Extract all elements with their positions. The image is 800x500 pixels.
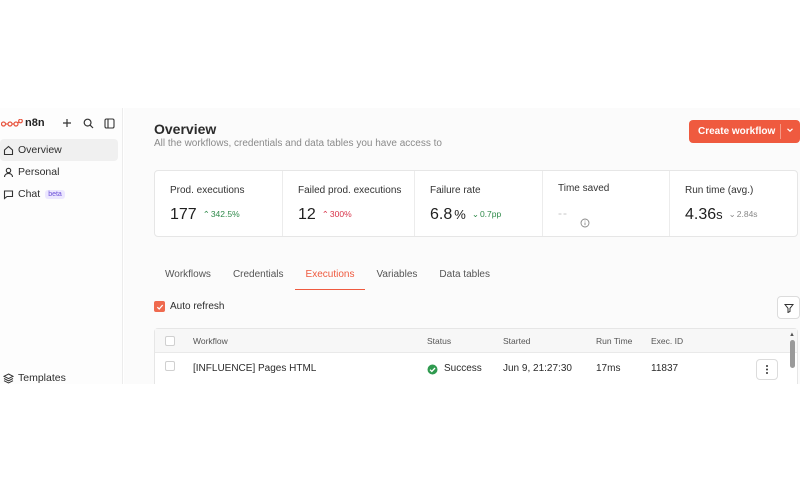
page-subtitle: All the workflows, credentials and data … — [154, 138, 442, 149]
cell-started: Jun 9, 21:27:30 — [503, 363, 572, 374]
stat-failed-executions[interactable]: Failed prod. executions 12 ⌃300% — [283, 171, 415, 236]
trend-up-icon: ⌃ — [321, 209, 329, 219]
sidebar-item-chat[interactable]: Chat beta — [0, 183, 118, 205]
trend-up-icon: ⌃ — [202, 209, 210, 219]
stat-value: 177 ⌃342.5% — [170, 206, 240, 224]
stat-value: 6.8% ⌄0.7pp — [430, 206, 501, 224]
column-header-status[interactable]: Status — [427, 336, 451, 346]
stat-label: Run time (avg.) — [685, 185, 754, 196]
column-header-started[interactable]: Started — [503, 336, 530, 346]
stat-unit: % — [454, 207, 466, 222]
main-content: Overview All the workflows, credentials … — [124, 108, 800, 384]
sidebar-item-personal[interactable]: Personal — [0, 161, 118, 183]
stat-delta: 300% — [329, 209, 352, 219]
column-header-exec-id[interactable]: Exec. ID — [651, 336, 683, 346]
stat-number: 6.8 — [430, 206, 453, 223]
stat-unit: s — [716, 207, 723, 222]
plus-icon — [63, 119, 71, 127]
cell-run-time: 17ms — [596, 363, 621, 374]
stat-time-saved[interactable]: Time saved -- — [543, 171, 670, 236]
home-icon — [2, 144, 14, 156]
stat-run-time[interactable]: Run time (avg.) 4.36s ⌄2.84s — [670, 171, 797, 236]
brand-row: n8n — [0, 112, 123, 134]
scroll-up-icon[interactable]: ▲ — [789, 332, 795, 338]
tab-variables[interactable]: Variables — [365, 266, 428, 290]
info-icon[interactable] — [580, 215, 590, 233]
row-checkbox[interactable] — [165, 361, 175, 371]
stat-empty-value: -- — [558, 206, 568, 220]
filter-button[interactable] — [777, 296, 800, 319]
executions-table: Workflow Status Started Run Time Exec. I… — [154, 328, 798, 384]
stat-failure-rate[interactable]: Failure rate 6.8% ⌄0.7pp — [415, 171, 543, 236]
chevron-down-icon[interactable] — [785, 125, 795, 138]
trend-down-icon: ⌄ — [728, 209, 736, 219]
cell-exec-id: 11837 — [651, 363, 679, 374]
column-header-run-time[interactable]: Run Time — [596, 336, 632, 346]
tab-bar: Workflows Credentials Executions Variabl… — [154, 266, 501, 290]
stat-value: 4.36s ⌄2.84s — [685, 206, 758, 224]
app-window: n8n Overview Personal Chat beta Template… — [0, 108, 800, 384]
stat-prod-executions[interactable]: Prod. executions 177 ⌃342.5% — [155, 171, 283, 236]
sidebar-item-label: Overview — [18, 144, 62, 156]
page-title: Overview — [154, 121, 217, 137]
table-header: Workflow Status Started Run Time Exec. I… — [155, 329, 797, 353]
sidebar-item-label: Chat — [18, 188, 41, 200]
column-header-workflow[interactable]: Workflow — [193, 336, 228, 346]
user-icon — [2, 166, 14, 178]
sidebar-item-label: Personal — [18, 166, 60, 178]
sidebar: n8n Overview Personal Chat beta Template… — [0, 108, 123, 384]
add-button[interactable] — [59, 115, 75, 131]
button-divider — [780, 124, 781, 139]
stat-delta: 342.5% — [210, 209, 240, 219]
success-icon — [427, 362, 438, 380]
cell-workflow[interactable]: [INFLUENCE] Pages HTML — [193, 363, 316, 374]
create-workflow-label: Create workflow — [698, 126, 776, 137]
filter-icon — [783, 303, 794, 313]
create-workflow-button[interactable]: Create workflow — [689, 120, 800, 143]
tab-workflows[interactable]: Workflows — [154, 266, 222, 290]
check-icon — [156, 304, 163, 310]
table-scrollbar[interactable] — [790, 340, 795, 368]
auto-refresh-control[interactable]: Auto refresh — [154, 301, 224, 312]
brand-name: n8n — [25, 117, 45, 129]
beta-badge: beta — [45, 189, 65, 199]
stat-label: Time saved — [558, 183, 610, 194]
stat-delta: 2.84s — [736, 209, 758, 219]
tab-data-tables[interactable]: Data tables — [428, 266, 501, 290]
trend-down-icon: ⌄ — [471, 209, 479, 219]
stats-panel: Prod. executions 177 ⌃342.5% Failed prod.… — [154, 170, 798, 237]
sidebar-item-overview[interactable]: Overview — [0, 139, 118, 161]
templates-icon — [2, 372, 14, 384]
more-vertical-icon — [766, 365, 768, 374]
tab-credentials[interactable]: Credentials — [222, 266, 295, 290]
n8n-logo-icon — [0, 116, 23, 134]
chat-icon — [2, 188, 14, 200]
auto-refresh-checkbox[interactable] — [154, 301, 165, 312]
row-actions-button[interactable] — [756, 359, 778, 380]
sidebar-item-templates[interactable]: Templates — [0, 367, 118, 384]
select-all-checkbox[interactable] — [165, 336, 175, 346]
stat-label: Failed prod. executions — [298, 185, 402, 196]
stat-number: 4.36 — [685, 206, 717, 223]
stat-delta: 0.7pp — [479, 209, 502, 219]
toggle-sidebar-button[interactable] — [101, 115, 117, 131]
tab-executions[interactable]: Executions — [294, 266, 366, 290]
stat-value: 12 ⌃300% — [298, 206, 352, 224]
cell-status: Success — [444, 363, 482, 374]
stat-number: 177 — [170, 206, 197, 223]
stat-label: Failure rate — [430, 185, 481, 196]
stat-label: Prod. executions — [170, 185, 245, 196]
auto-refresh-label: Auto refresh — [170, 301, 225, 312]
sidebar-item-label: Templates — [18, 372, 66, 384]
search-button[interactable] — [80, 115, 96, 131]
search-icon — [83, 118, 93, 128]
stat-number: 12 — [298, 206, 316, 223]
sidebar-toggle-icon — [103, 117, 115, 129]
